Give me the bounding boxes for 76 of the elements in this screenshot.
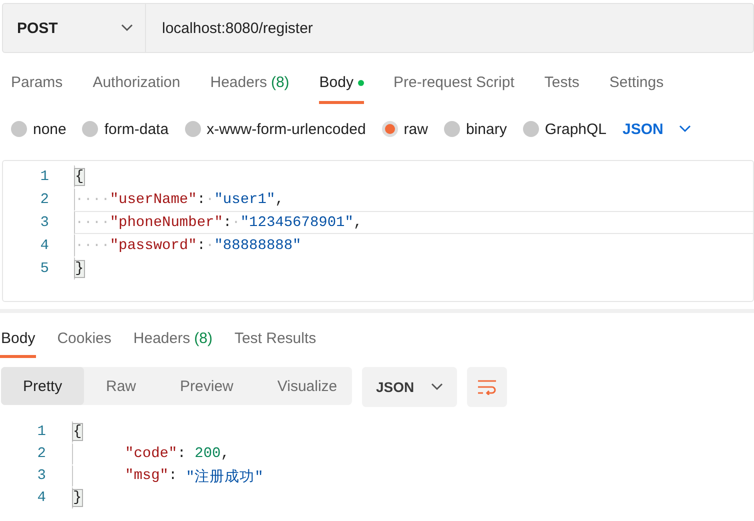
request-tab[interactable]: Settings <box>609 66 664 104</box>
request-tab[interactable]: Params <box>11 66 63 104</box>
whitespace-marker: · <box>206 192 214 208</box>
view-mode-button[interactable]: Pretty <box>1 367 84 405</box>
line-number: 2 <box>39 192 49 208</box>
request-tab[interactable]: Headers (8) <box>210 66 290 104</box>
whitespace-marker: · <box>232 214 240 230</box>
radio-button[interactable] <box>82 121 98 137</box>
wrap-lines-icon <box>477 379 497 395</box>
radio-button[interactable] <box>11 121 27 137</box>
line-number: 1 <box>39 168 49 184</box>
code-token: "msg" <box>125 468 169 484</box>
code-token: : <box>177 446 187 462</box>
view-mode-button[interactable]: Preview <box>158 367 256 405</box>
chevron-down-icon <box>431 383 443 391</box>
line-number: 2 <box>36 446 46 462</box>
method-select[interactable]: POST <box>2 3 146 53</box>
code-token: : <box>196 238 206 254</box>
whitespace-marker: · <box>206 238 214 254</box>
code-token: , <box>275 192 284 208</box>
chevron-down-icon <box>679 125 692 133</box>
line-number: 3 <box>39 214 49 230</box>
code-token: "password" <box>110 238 197 254</box>
request-tab[interactable]: Pre-request Script <box>394 66 514 104</box>
request-tab[interactable]: Body <box>319 66 364 104</box>
code-token: , <box>220 446 230 462</box>
line-number: 5 <box>39 260 49 276</box>
code-token: "user1" <box>214 192 276 208</box>
wrap-lines-button[interactable] <box>467 367 507 407</box>
request-editor[interactable]: 1 { 2 ····"userName":·"user1", 3 ····"phoneNumber":·"12345678901", 4 ····"password":·"88888888" 5 } <box>2 160 754 302</box>
body-type-option[interactable]: x-www-form-urlencoded <box>184 120 366 138</box>
chevron-down-icon <box>121 24 133 32</box>
code-token: : <box>222 214 232 230</box>
radio-button[interactable] <box>522 121 539 137</box>
body-type-option[interactable]: raw <box>382 120 428 138</box>
code-token: : <box>168 468 178 484</box>
radio-button[interactable] <box>444 121 460 137</box>
format-select[interactable]: JSON <box>622 120 692 138</box>
view-mode-button[interactable]: Visualize <box>255 367 360 405</box>
code-bracket: } <box>75 260 84 276</box>
code-token: "88888888" <box>214 238 302 254</box>
code-token: "code" <box>125 446 178 462</box>
response-tab[interactable]: Cookies <box>56 322 112 358</box>
code-bracket: { <box>75 168 84 184</box>
code-token: 200 <box>194 446 221 462</box>
code-token: : <box>196 192 206 208</box>
whitespace-marker: ···· <box>75 238 110 254</box>
code-token: "phoneNumber" <box>110 214 223 230</box>
response-format-select[interactable]: JSON <box>362 367 457 407</box>
view-mode-button[interactable]: Raw <box>84 367 158 405</box>
response-tab[interactable]: Test Results <box>233 322 318 358</box>
code-bracket: } <box>73 490 82 506</box>
radio-button[interactable] <box>382 121 398 137</box>
url-field[interactable]: localhost:8080/register <box>146 3 754 53</box>
body-type-option[interactable]: none <box>11 120 66 138</box>
line-number: 4 <box>39 238 49 254</box>
whitespace-marker: ···· <box>75 192 110 208</box>
code-token: "userName" <box>110 192 197 208</box>
whitespace-marker: ···· <box>75 214 110 230</box>
line-number: 1 <box>36 424 46 440</box>
tab-count: (8) <box>194 330 212 347</box>
body-type-option[interactable]: form-data <box>82 120 169 138</box>
response-tab[interactable]: Body <box>0 322 36 358</box>
body-type-option[interactable]: GraphQL <box>522 120 607 138</box>
code-token: "12345678901" <box>240 214 354 230</box>
code-token: , <box>353 214 362 230</box>
code-token: "注册成功" <box>186 468 264 486</box>
line-number: 3 <box>36 468 46 484</box>
request-tab[interactable]: Authorization <box>92 66 180 104</box>
response-tab[interactable]: Headers (8) <box>132 322 214 358</box>
radio-button[interactable] <box>184 121 201 137</box>
tab-count: (8) <box>270 74 290 91</box>
body-type-option[interactable]: binary <box>444 120 507 138</box>
code-bracket: { <box>73 424 82 440</box>
request-tab[interactable]: Tests <box>544 66 580 104</box>
line-number: 4 <box>36 490 46 506</box>
